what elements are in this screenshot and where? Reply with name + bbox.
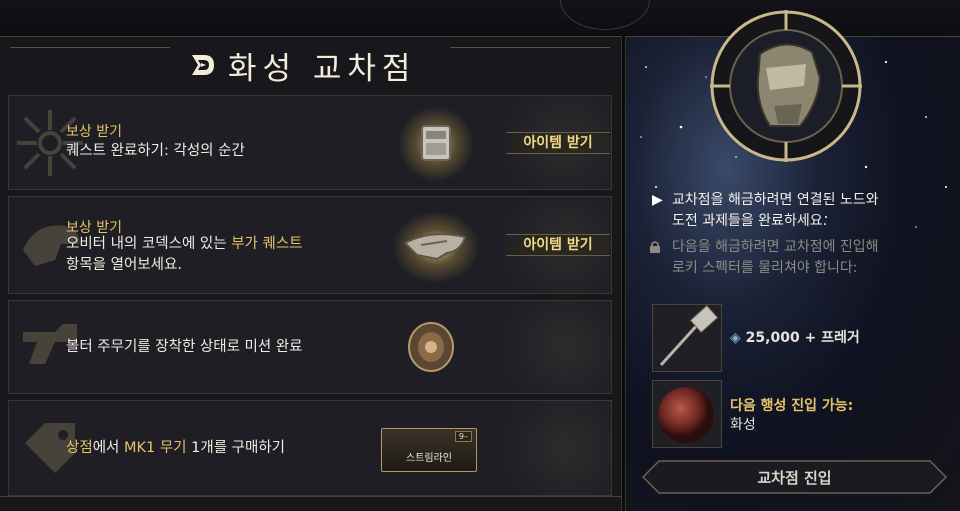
task-description-line2: 항목을 열어보세요. <box>66 257 182 273</box>
task-row: 보상 받기 퀘스트 완료하기: 각성의 순간 아이템 받기 <box>8 95 612 190</box>
unlock-info-line2: 도전 과제들을 완료하세요. <box>672 213 828 229</box>
task-description-text: 오비터 내의 코덱스에 있는 <box>66 236 232 252</box>
task-description-text: 에서 <box>92 440 124 456</box>
title-rule-right <box>450 47 610 48</box>
title-rule-left <box>10 47 170 48</box>
lotus-logo-icon <box>192 55 214 75</box>
reward-planet-box <box>652 380 722 448</box>
armor-chest-icon <box>398 106 474 182</box>
page-title: 화성 교차점 <box>228 50 417 87</box>
panel-footer-line <box>0 496 622 497</box>
task-description: 오비터 내의 코덱스에 있는 부가 퀘스트 <box>66 234 303 255</box>
title-group: 화성 교차점 <box>186 41 416 89</box>
mars-planet-icon <box>658 387 714 443</box>
weapon-card-icon: 9– 스트림라인 <box>381 428 477 472</box>
specter-portrait <box>710 10 862 162</box>
orb-relic-icon <box>408 322 454 372</box>
locked-info-line1: 다음을 해금하려면 교차점에 진입해 <box>672 239 879 255</box>
enter-junction-button[interactable]: 교차점 진입 <box>641 459 948 495</box>
credits-requirement: ◈ 25,000 + 프레거 <box>730 327 860 347</box>
hammer-weapon-icon <box>659 304 719 367</box>
task-description: 퀘스트 완료하기: 각성의 순간 <box>66 143 245 159</box>
next-planet-name: 화성 <box>730 417 756 433</box>
weapon-card-label: 스트림라인 <box>406 453 452 464</box>
task-row: 상점에서 MK1 무기 1개를 구매하기 9– 스트림라인 <box>8 400 612 496</box>
credits-icon: ◈ <box>730 330 741 346</box>
top-ornament <box>560 0 650 30</box>
mk1-weapon-highlight: MK1 무기 <box>123 440 187 456</box>
task-row: 볼터 주무기를 장착한 상태로 미션 완료 <box>8 300 612 394</box>
claim-item-button[interactable]: 아이템 받기 <box>506 132 610 154</box>
task-description-text: 1개를 구매하기 <box>186 440 286 456</box>
weapon-rank-badge: 9– <box>454 431 472 442</box>
shop-highlight: 상점 <box>66 440 93 456</box>
task-label: 보상 받기 <box>66 124 122 140</box>
claim-item-button[interactable]: 아이템 받기 <box>506 234 610 256</box>
task-row: 보상 받기 오비터 내의 코덱스에 있는 부가 퀘스트 항목을 열어보세요. 아… <box>8 196 612 294</box>
task-description: 상점에서 MK1 무기 1개를 구매하기 <box>66 438 285 459</box>
enter-junction-label: 교차점 진입 <box>757 469 832 487</box>
bullet-arrow-icon: ▶ <box>652 192 663 208</box>
side-quest-highlight: 부가 퀘스트 <box>231 236 303 252</box>
next-planet-label: 다음 행성 진입 가능: <box>730 398 854 414</box>
task-description: 볼터 주무기를 장착한 상태로 미션 완료 <box>66 339 303 355</box>
reward-item-box <box>652 304 722 372</box>
lock-icon <box>650 241 660 253</box>
helmet-blueprint-icon <box>392 211 480 283</box>
credits-amount: 25,000 + 프레거 <box>745 330 860 346</box>
row-watermark <box>461 401 611 495</box>
locked-info-line2: 로키 스펙터를 물리쳐야 합니다: <box>672 260 858 276</box>
unlock-info-line1: 교차점을 해금하려면 연결된 노드와 <box>672 192 879 208</box>
row-watermark <box>461 301 611 393</box>
